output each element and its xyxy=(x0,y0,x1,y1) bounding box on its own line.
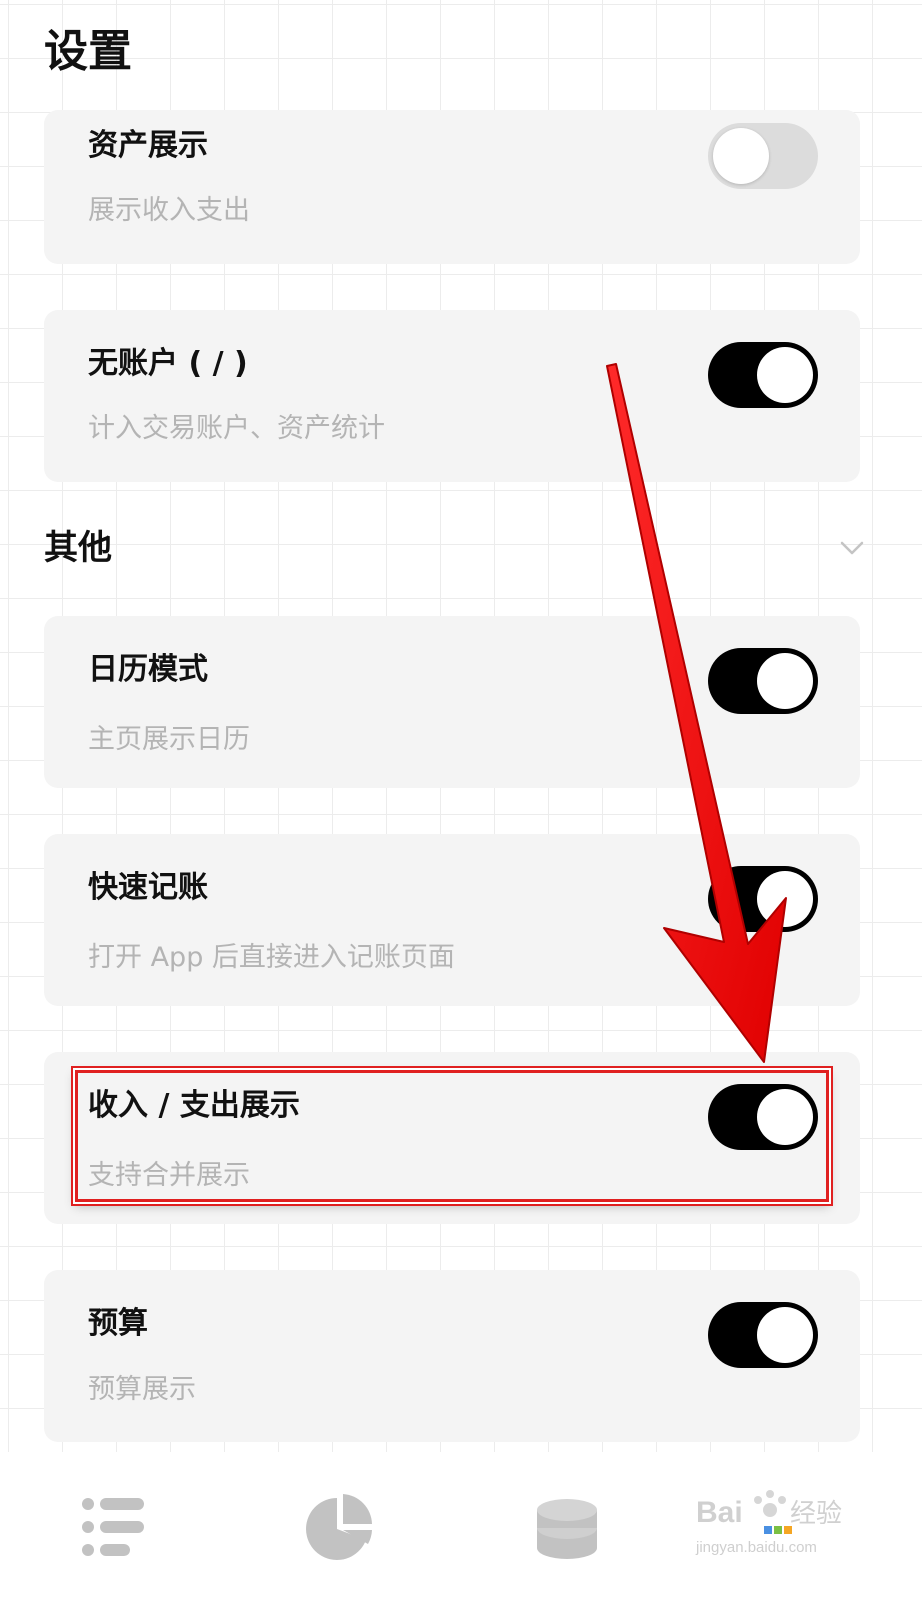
setting-subtitle: 支持合并展示 xyxy=(88,1160,250,1191)
toggle-knob xyxy=(757,1089,813,1145)
setting-subtitle: 主页展示日历 xyxy=(88,724,250,755)
toggle-knob xyxy=(757,653,813,709)
setting-title: 无账户 ( / ) xyxy=(88,346,248,381)
budget-toggle[interactable] xyxy=(708,1302,818,1368)
toggle-knob xyxy=(757,347,813,403)
asset-display-toggle[interactable] xyxy=(708,123,818,189)
coin-stack-icon[interactable] xyxy=(522,1482,612,1572)
chevron-down-icon[interactable] xyxy=(840,536,864,560)
income-expense-display-toggle[interactable] xyxy=(708,1084,818,1150)
setting-card-calendar-mode: 日历模式 主页展示日历 xyxy=(44,616,860,788)
page-title: 设置 xyxy=(44,26,132,77)
setting-title: 快速记账 xyxy=(88,870,208,905)
settings-tab[interactable] xyxy=(740,1482,830,1572)
list-icon[interactable] xyxy=(70,1482,160,1572)
setting-title: 日历模式 xyxy=(88,652,208,687)
setting-title: 收入 / 支出展示 xyxy=(88,1088,300,1123)
setting-subtitle: 打开 App 后直接进入记账页面 xyxy=(88,942,455,973)
bottom-tab-bar xyxy=(0,1452,922,1600)
quick-entry-toggle[interactable] xyxy=(708,866,818,932)
setting-card-income-expense-display: 收入 / 支出展示 支持合并展示 xyxy=(44,1052,860,1224)
toggle-knob xyxy=(757,1307,813,1363)
toggle-knob xyxy=(757,871,813,927)
calendar-mode-toggle[interactable] xyxy=(708,648,818,714)
setting-card-quick-entry: 快速记账 打开 App 后直接进入记账页面 xyxy=(44,834,860,1006)
setting-card-budget: 预算 预算展示 xyxy=(44,1270,860,1442)
no-account-toggle[interactable] xyxy=(708,342,818,408)
setting-title: 资产展示 xyxy=(88,128,208,163)
setting-subtitle: 展示收入支出 xyxy=(88,195,250,226)
pie-chart-icon[interactable] xyxy=(294,1482,384,1572)
setting-title: 预算 xyxy=(88,1306,148,1341)
setting-subtitle: 预算展示 xyxy=(88,1374,196,1405)
toggle-knob xyxy=(713,128,769,184)
setting-card-asset-display: 资产展示 展示收入支出 xyxy=(44,110,860,264)
setting-subtitle: 计入交易账户、资产统计 xyxy=(88,413,385,444)
setting-card-no-account: 无账户 ( / ) 计入交易账户、资产统计 xyxy=(44,310,860,482)
section-title-other: 其他 xyxy=(44,528,112,568)
